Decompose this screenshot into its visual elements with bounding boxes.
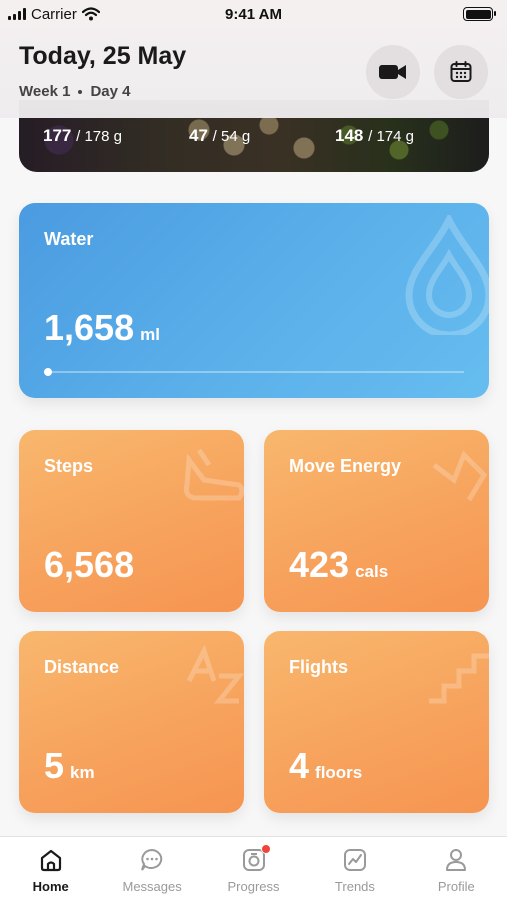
tab-messages[interactable]: Messages bbox=[101, 837, 202, 900]
separator-dot bbox=[78, 89, 83, 94]
move-energy-value: 423 bbox=[289, 544, 350, 585]
flights-value: 4 bbox=[289, 745, 310, 786]
calendar-button[interactable] bbox=[434, 45, 488, 99]
tab-label: Progress bbox=[227, 879, 280, 894]
macro-item: 47 / 54 g bbox=[189, 126, 250, 146]
lightning-icon bbox=[432, 450, 488, 502]
tab-label: Trends bbox=[334, 879, 375, 894]
move-energy-label: Move Energy bbox=[289, 456, 402, 476]
macro-total: / 54 g bbox=[212, 128, 251, 145]
water-progress-track bbox=[44, 368, 464, 376]
move-energy-value-row: 423 cals bbox=[289, 544, 388, 586]
home-icon bbox=[40, 849, 61, 872]
chat-bubble-icon bbox=[141, 848, 163, 871]
tab-bar: Home Messages Progress Trends Profile bbox=[0, 836, 507, 900]
distance-value-row: 5 km bbox=[44, 745, 95, 787]
water-card[interactable]: Water 1,658 ml bbox=[19, 203, 489, 398]
battery-icon bbox=[463, 7, 496, 21]
person-icon bbox=[446, 849, 467, 871]
calendar-icon bbox=[450, 61, 472, 82]
macro-item: 177 / 178 g bbox=[43, 126, 122, 146]
water-label: Water bbox=[44, 229, 94, 249]
move-energy-card[interactable]: Move Energy 423 cals bbox=[264, 430, 489, 612]
flights-value-row: 4 floors bbox=[289, 745, 362, 787]
shoe-icon bbox=[183, 448, 244, 501]
move-energy-unit: cals bbox=[355, 562, 389, 581]
tab-label: Messages bbox=[122, 879, 182, 894]
distance-card[interactable]: Distance 5 km bbox=[19, 631, 244, 813]
macro-value: 47 bbox=[189, 126, 208, 145]
page-title: Today, 25 May bbox=[19, 42, 187, 70]
distance-unit: km bbox=[70, 763, 95, 782]
flights-label: Flights bbox=[289, 657, 348, 677]
distance-value: 5 bbox=[44, 745, 65, 786]
flights-card[interactable]: Flights 4 floors bbox=[264, 631, 489, 813]
water-drop-icon bbox=[405, 215, 489, 335]
day-label: Day 4 bbox=[90, 83, 131, 100]
tab-label: Profile bbox=[437, 879, 475, 894]
status-left: Carrier bbox=[8, 6, 100, 23]
macro-item: 148 / 174 g bbox=[335, 126, 414, 146]
tab-trends[interactable]: Trends bbox=[304, 837, 405, 900]
macro-value: 177 bbox=[43, 126, 72, 145]
tab-progress[interactable]: Progress bbox=[203, 837, 304, 900]
status-bar: Carrier 9:41 AM bbox=[0, 0, 507, 28]
steps-label: Steps bbox=[44, 456, 94, 476]
trend-chart-icon bbox=[343, 849, 366, 871]
tab-label: Home bbox=[32, 879, 69, 894]
week-label: Week 1 bbox=[19, 83, 71, 100]
video-camera-icon bbox=[379, 65, 406, 79]
tab-home[interactable]: Home bbox=[0, 837, 101, 900]
water-progress-handle bbox=[44, 368, 53, 376]
macro-total: / 178 g bbox=[76, 128, 122, 145]
video-call-button[interactable] bbox=[366, 45, 420, 99]
macro-total: / 174 g bbox=[368, 128, 414, 145]
flights-unit: floors bbox=[315, 763, 363, 782]
water-value-row: 1,658 ml bbox=[44, 307, 160, 349]
route-icon bbox=[186, 644, 244, 704]
distance-label: Distance bbox=[44, 657, 120, 677]
steps-card[interactable]: Steps 6,568 bbox=[19, 430, 244, 612]
signal-icon bbox=[8, 8, 26, 20]
notification-badge bbox=[260, 844, 271, 854]
macro-value: 148 bbox=[335, 126, 364, 145]
carrier-label: Carrier bbox=[31, 5, 77, 23]
stairs-icon bbox=[429, 653, 489, 704]
week-day-subtitle: Week 1 Day 4 bbox=[19, 83, 130, 100]
tab-profile[interactable]: Profile bbox=[406, 837, 507, 900]
water-value: 1,658 bbox=[44, 307, 135, 348]
wifi-icon bbox=[81, 7, 100, 21]
steps-value: 6,568 bbox=[44, 544, 135, 585]
water-unit: ml bbox=[140, 325, 160, 344]
